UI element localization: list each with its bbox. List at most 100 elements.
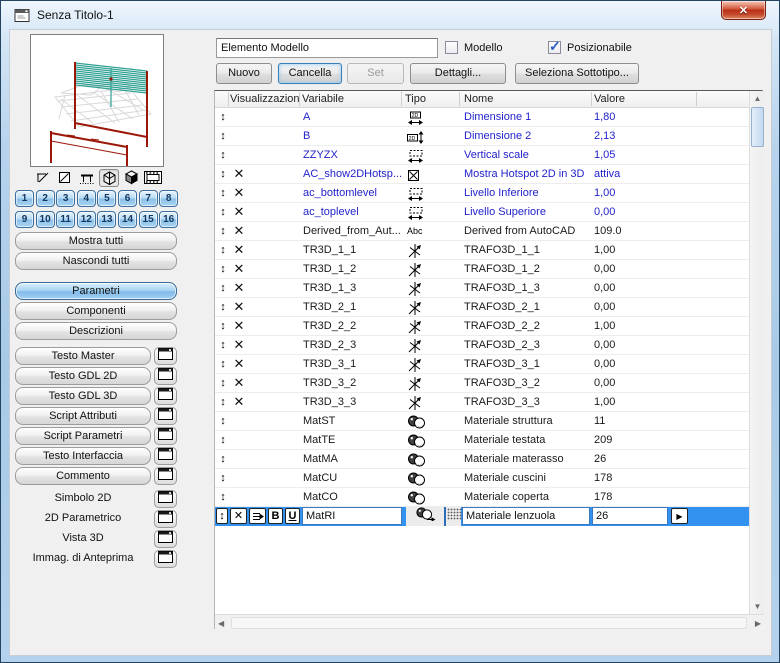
page-button-1[interactable]: 1 <box>15 190 34 207</box>
open-window-button[interactable] <box>154 367 177 385</box>
row-variable[interactable]: MatTE <box>303 431 407 449</box>
table-row[interactable]: ↕✕TR3D_3_3TRAFO3D_3_31,00 <box>215 393 749 412</box>
row-name[interactable]: Materiale cuscini <box>464 469 590 487</box>
row-updown-icon[interactable]: ↕ <box>217 241 229 259</box>
row-updown-icon[interactable]: ↕ <box>217 203 229 221</box>
row-variable[interactable]: ZZYZX <box>303 146 407 164</box>
table-row[interactable]: ↕MatCOMateriale coperta178 <box>215 488 749 507</box>
column-divider[interactable] <box>228 92 229 106</box>
hide-all-button[interactable]: Nascondi tutti <box>15 252 177 270</box>
row-variable[interactable]: TR3D_1_2 <box>303 260 407 278</box>
table-row[interactable]: ↕✕BU▶ <box>215 507 749 526</box>
row-value[interactable]: 0,00 <box>594 260 694 278</box>
open-window-button[interactable] <box>154 467 177 485</box>
page-button-15[interactable]: 15 <box>139 211 158 228</box>
row-updown-icon[interactable]: ↕ <box>217 165 229 183</box>
column-divider[interactable] <box>591 92 592 106</box>
preview-mode-film[interactable] <box>143 169 163 187</box>
table-row[interactable]: ↕A2DDimensione 11,80 <box>215 108 749 127</box>
row-variable[interactable]: TR3D_3_1 <box>303 355 407 373</box>
page-button-12[interactable]: 12 <box>77 211 96 228</box>
row-value[interactable]: 0,00 <box>594 374 694 392</box>
page-button-2[interactable]: 2 <box>36 190 55 207</box>
table-row[interactable]: ↕B2DDimensione 22,13 <box>215 127 749 146</box>
row-updown-icon[interactable]: ↕ <box>217 222 229 240</box>
row-hidden-x-icon[interactable]: ✕ <box>231 279 247 297</box>
value-popup-button[interactable]: ▶ <box>671 508 688 524</box>
row-value[interactable]: 109.0 <box>594 222 694 240</box>
vertical-scrollbar-thumb[interactable] <box>751 107 764 147</box>
column-header-Tipo[interactable]: Tipo <box>405 92 461 107</box>
row-name[interactable]: Materiale struttura <box>464 412 590 430</box>
row-name[interactable]: TRAFO3D_2_2 <box>464 317 590 335</box>
table-row[interactable]: ↕✕ac_toplevelLivello Superiore0,00 <box>215 203 749 222</box>
row-updown-icon[interactable]: ↕ <box>217 127 229 145</box>
row-hidden-x-icon[interactable]: ✕ <box>231 355 247 373</box>
preview-mode-elevation[interactable] <box>77 169 97 187</box>
modello-checkbox[interactable] <box>445 41 458 54</box>
scroll-left-icon[interactable]: ◀ <box>218 619 224 628</box>
row-name[interactable]: TRAFO3D_3_2 <box>464 374 590 392</box>
row-name[interactable]: Derived from AutoCAD <box>464 222 590 240</box>
row-variable[interactable]: A <box>303 108 407 126</box>
row-updown-icon[interactable]: ↕ <box>217 450 229 468</box>
column-divider[interactable] <box>696 92 697 106</box>
tab-parametri[interactable]: Parametri <box>15 282 177 300</box>
table-row[interactable]: ↕✕TR3D_2_1TRAFO3D_2_10,00 <box>215 298 749 317</box>
table-row[interactable]: ↕✕TR3D_3_2TRAFO3D_3_20,00 <box>215 374 749 393</box>
table-row[interactable]: ↕✕AC_show2DHotsp...Mostra Hotspot 2D in … <box>215 165 749 184</box>
horizontal-scrollbar[interactable]: ◀ ▶ <box>215 614 764 630</box>
row-variable[interactable]: MatCU <box>303 469 407 487</box>
row-updown-button[interactable]: ↕ <box>216 508 228 524</box>
page-button-10[interactable]: 10 <box>36 211 55 228</box>
page-button-6[interactable]: 6 <box>118 190 137 207</box>
row-value[interactable]: 209 <box>594 431 694 449</box>
row-variable[interactable]: TR3D_2_2 <box>303 317 407 335</box>
open-window-button[interactable] <box>154 447 177 465</box>
table-row[interactable]: ↕✕TR3D_2_2TRAFO3D_2_21,00 <box>215 317 749 336</box>
table-row[interactable]: ↕✕TR3D_3_1TRAFO3D_3_10,00 <box>215 355 749 374</box>
row-name[interactable]: TRAFO3D_1_1 <box>464 241 590 259</box>
row-updown-icon[interactable]: ↕ <box>217 184 229 202</box>
table-row[interactable]: ↕MatTEMateriale testata209 <box>215 431 749 450</box>
set-button[interactable]: Set <box>347 63 404 84</box>
row-hidden-x-icon[interactable]: ✕ <box>231 336 247 354</box>
open-window-button[interactable] <box>154 347 177 365</box>
row-variable[interactable]: TR3D_2_1 <box>303 298 407 316</box>
row-updown-icon[interactable]: ↕ <box>217 146 229 164</box>
row-variable[interactable]: MatMA <box>303 450 407 468</box>
row-updown-icon[interactable]: ↕ <box>217 298 229 316</box>
row-variable[interactable]: MatCO <box>303 488 407 506</box>
bold-button[interactable]: B <box>268 508 283 524</box>
row-hidden-x-icon[interactable]: ✕ <box>231 260 247 278</box>
open-window-button[interactable] <box>154 387 177 405</box>
row-hidden-x-icon[interactable]: ✕ <box>231 222 247 240</box>
row-name[interactable]: Livello Superiore <box>464 203 590 221</box>
table-row[interactable]: ↕✕ac_bottomlevelLivello Inferiore1,00 <box>215 184 749 203</box>
row-variable[interactable]: Derived_from_Aut... <box>303 222 407 240</box>
row-value[interactable]: 0,00 <box>594 298 694 316</box>
script-button-script-attributi[interactable]: Script Attributi <box>15 407 151 425</box>
row-value[interactable]: 0,00 <box>594 336 694 354</box>
element-name-input[interactable] <box>216 38 438 58</box>
row-name[interactable]: Materiale materasso <box>464 450 590 468</box>
script-button-testo-gdl-3d[interactable]: Testo GDL 3D <box>15 387 151 405</box>
script-button-testo-master[interactable]: Testo Master <box>15 347 151 365</box>
row-variable[interactable]: MatST <box>303 412 407 430</box>
open-window-button[interactable] <box>154 530 177 548</box>
row-hidden-x-icon[interactable]: ✕ <box>231 203 247 221</box>
row-variable[interactable]: ac_toplevel <box>303 203 407 221</box>
script-button-script-parametri[interactable]: Script Parametri <box>15 427 151 445</box>
open-window-button[interactable] <box>154 550 177 568</box>
column-header-Variabile[interactable]: Variabile <box>302 92 402 107</box>
row-value[interactable]: 1,00 <box>594 393 694 411</box>
table-row[interactable]: ↕✕TR3D_2_3TRAFO3D_2_30,00 <box>215 336 749 355</box>
row-name[interactable]: TRAFO3D_3_1 <box>464 355 590 373</box>
table-row[interactable]: ↕✕TR3D_1_3TRAFO3D_1_30,00 <box>215 279 749 298</box>
row-value[interactable]: attiva <box>594 165 694 183</box>
page-button-9[interactable]: 9 <box>15 211 34 228</box>
page-button-8[interactable]: 8 <box>159 190 178 207</box>
row-updown-icon[interactable]: ↕ <box>217 374 229 392</box>
object-preview[interactable] <box>30 34 164 167</box>
preview-mode-wireframe-3d[interactable] <box>99 169 119 187</box>
